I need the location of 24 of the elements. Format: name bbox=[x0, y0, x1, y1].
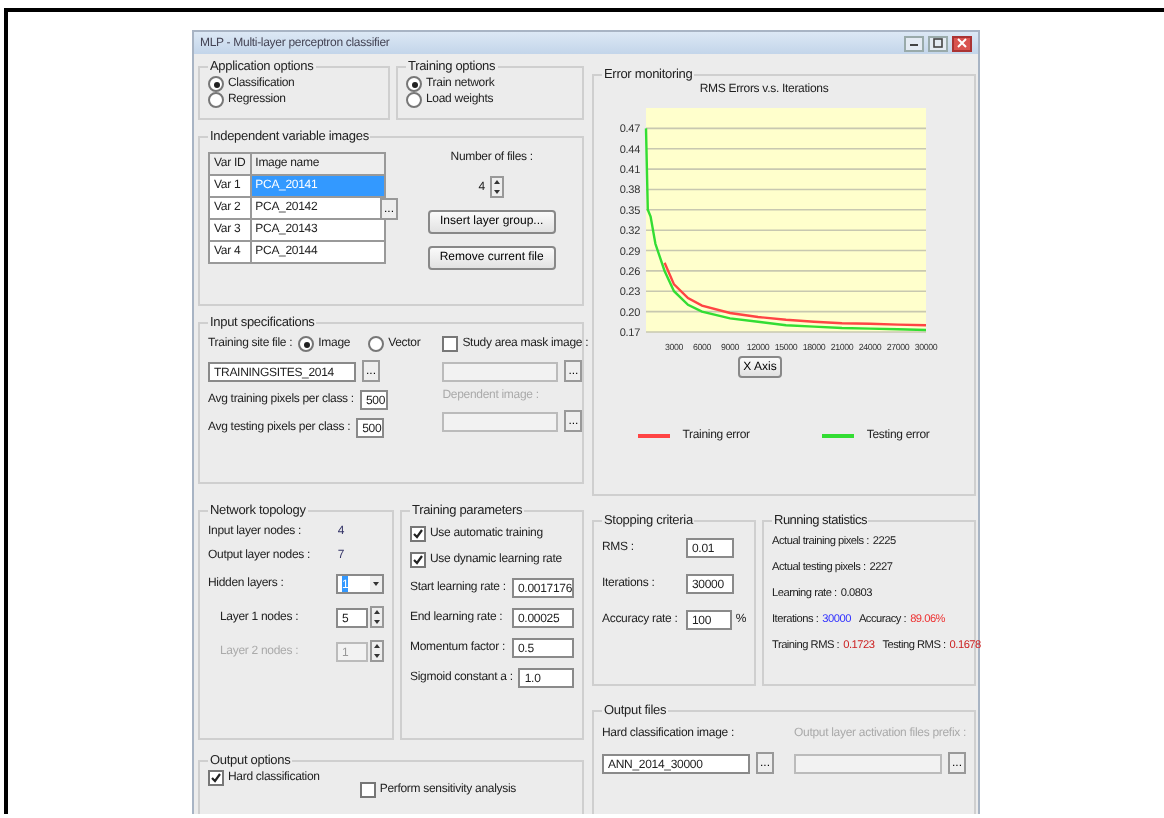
radio-button[interactable] bbox=[406, 76, 422, 92]
radio-button[interactable] bbox=[298, 336, 315, 352]
dropdown-arrow-icon bbox=[370, 576, 382, 592]
text-field[interactable] bbox=[442, 411, 559, 431]
spinner-arrows[interactable] bbox=[370, 640, 384, 662]
checkbox[interactable] bbox=[208, 770, 224, 786]
close-button[interactable] bbox=[952, 35, 972, 51]
minimize-icon bbox=[908, 38, 920, 48]
radio-button[interactable] bbox=[208, 92, 224, 108]
checkbox[interactable] bbox=[410, 526, 426, 542]
minimize-button[interactable] bbox=[904, 35, 924, 51]
radio-button[interactable] bbox=[208, 76, 224, 92]
text-field[interactable] bbox=[794, 753, 942, 773]
radio-button[interactable] bbox=[368, 336, 385, 352]
radio-button[interactable] bbox=[406, 92, 422, 108]
close-icon bbox=[956, 38, 968, 48]
checkbox[interactable] bbox=[442, 336, 459, 352]
spinner-arrows[interactable] bbox=[370, 606, 384, 628]
checkbox[interactable] bbox=[359, 782, 376, 798]
spinner-arrows[interactable] bbox=[490, 176, 505, 198]
maximize-button[interactable] bbox=[928, 35, 948, 51]
checkbox[interactable] bbox=[410, 552, 426, 568]
maximize-icon bbox=[932, 38, 944, 48]
text-field[interactable] bbox=[442, 361, 559, 381]
